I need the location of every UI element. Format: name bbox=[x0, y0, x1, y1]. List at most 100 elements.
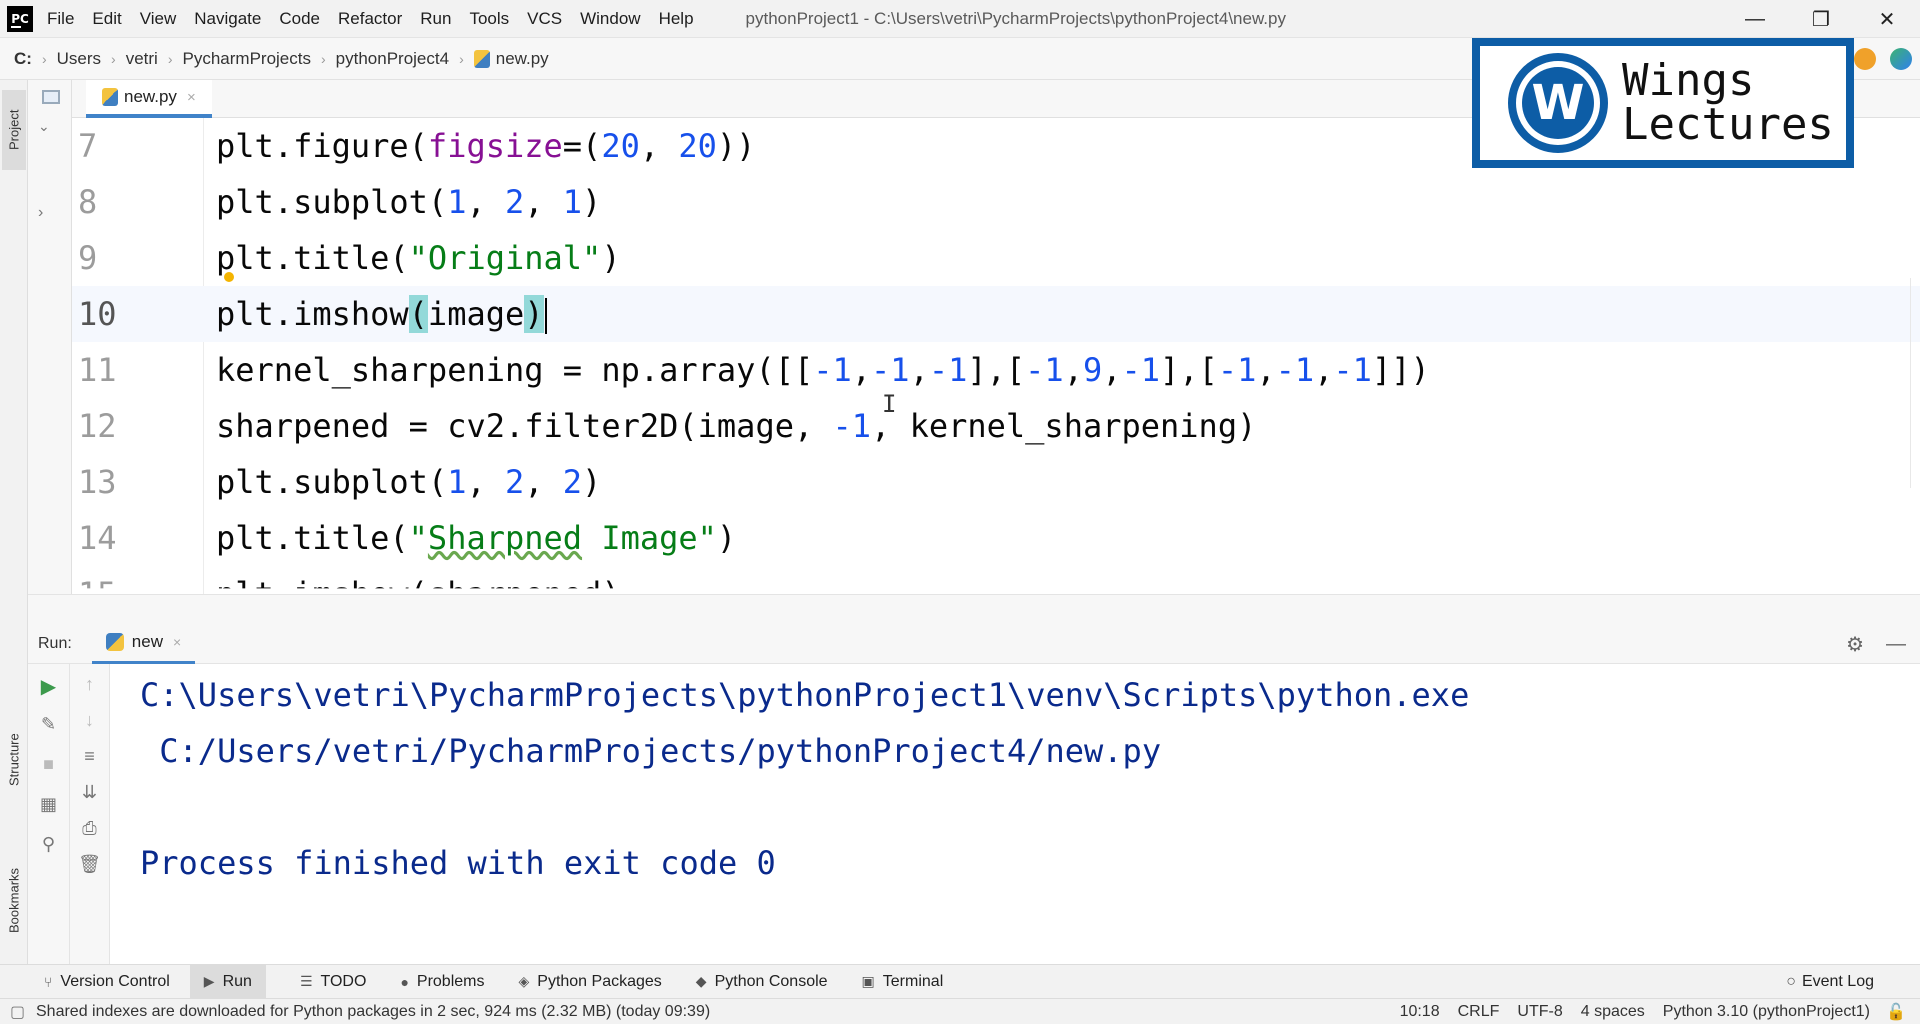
line-separator[interactable]: CRLF bbox=[1458, 1003, 1500, 1021]
panel-layout-icon[interactable] bbox=[42, 90, 60, 104]
hide-panel-icon[interactable]: — bbox=[1886, 633, 1906, 656]
tab-run[interactable]: ▶ Run bbox=[189, 964, 266, 999]
status-message[interactable]: Shared indexes are downloaded for Python… bbox=[36, 1003, 710, 1021]
rerun-icon[interactable]: ▶ bbox=[28, 674, 69, 699]
code-line: 14 plt.title("Sharpned Image") bbox=[72, 510, 1920, 566]
project-panel: ⌄ › bbox=[28, 80, 72, 596]
menu-code[interactable]: Code bbox=[279, 9, 320, 29]
logo-w-icon: W bbox=[1508, 53, 1608, 153]
tab-todo[interactable]: ☰ TODO bbox=[300, 965, 367, 999]
stop-icon[interactable]: ■ bbox=[28, 754, 69, 775]
trash-icon[interactable]: 🗑 bbox=[70, 854, 109, 875]
layers-icon: ◈ bbox=[518, 973, 530, 989]
menu-refactor[interactable]: Refactor bbox=[338, 9, 402, 29]
line-number: 14 bbox=[78, 519, 117, 557]
logo-inner: W Wings Lectures bbox=[1480, 46, 1846, 160]
code-text[interactable]: plt.figure(figsize=(20, 20)) bbox=[216, 127, 755, 165]
terminal-icon: ▣ bbox=[861, 973, 875, 989]
breadcrumb-drive[interactable]: C: bbox=[14, 49, 32, 69]
code-token: , bbox=[1063, 351, 1083, 389]
menu-bar: File Edit View Navigate Code Refactor Ru… bbox=[47, 9, 712, 29]
code-line: 12 sharpened = cv2.filter2D(image, -1, k… bbox=[72, 398, 1920, 454]
indent-setting[interactable]: 4 spaces bbox=[1581, 1003, 1645, 1021]
breadcrumb-pycharmprojects[interactable]: PycharmProjects bbox=[183, 49, 311, 69]
menu-vcs[interactable]: VCS bbox=[527, 9, 562, 29]
wrench-icon[interactable]: ✎ bbox=[28, 714, 69, 735]
console-line: C:/Users/vetri/PycharmProjects/pythonPro… bbox=[140, 732, 1162, 770]
code-token: , bbox=[524, 463, 563, 501]
code-token: 2 bbox=[504, 183, 525, 221]
tab-version-control[interactable]: ⑂ Version Control bbox=[44, 965, 170, 999]
close-window-button[interactable]: ✕ bbox=[1854, 0, 1920, 38]
line-number: 13 bbox=[78, 463, 117, 501]
code-editor[interactable]: 7 plt.figure(figsize=(20, 20)) 8 plt.sub… bbox=[72, 118, 1920, 594]
code-token: 2 bbox=[504, 463, 525, 501]
menu-tools[interactable]: Tools bbox=[469, 9, 509, 29]
code-text[interactable]: plt.subplot(1, 2, 2) bbox=[216, 463, 601, 501]
horizontal-scrollbar[interactable] bbox=[28, 594, 1920, 624]
bookmarks-tool-tab[interactable]: Bookmarks bbox=[2, 850, 26, 950]
code-token: -1 bbox=[1217, 351, 1257, 389]
minimize-button[interactable]: — bbox=[1722, 0, 1788, 38]
tab-new-py[interactable]: new.py × bbox=[86, 80, 212, 118]
soft-wrap-icon[interactable]: ≡ bbox=[70, 746, 109, 767]
speech-bubble-icon: ○ bbox=[1786, 973, 1796, 990]
print-icon[interactable]: ⎙ bbox=[70, 818, 109, 839]
pin-icon[interactable]: ⚲ bbox=[28, 834, 69, 855]
breadcrumb-vetri[interactable]: vetri bbox=[126, 49, 158, 69]
menu-run[interactable]: Run bbox=[420, 9, 451, 29]
editor-scrollbar[interactable] bbox=[1910, 278, 1920, 488]
breadcrumb-project[interactable]: pythonProject4 bbox=[336, 49, 449, 69]
lock-icon[interactable]: 🔓 bbox=[1886, 1002, 1906, 1022]
code-text[interactable]: kernel_sharpening = np.array([[-1,-1,-1]… bbox=[216, 351, 1430, 389]
close-tab-icon[interactable]: × bbox=[187, 89, 196, 106]
layout-icon[interactable]: ▦ bbox=[28, 794, 69, 815]
caret-position[interactable]: 10:18 bbox=[1400, 1003, 1440, 1021]
tab-python-console[interactable]: ◆ Python Console bbox=[696, 965, 828, 999]
code-token: , bbox=[524, 183, 563, 221]
breadcrumb-users[interactable]: Users bbox=[57, 49, 101, 69]
menu-window[interactable]: Window bbox=[580, 9, 640, 29]
code-token: image bbox=[427, 294, 525, 333]
python-interpreter[interactable]: Python 3.10 (pythonProject1) bbox=[1663, 1003, 1870, 1021]
menu-help[interactable]: Help bbox=[659, 9, 694, 29]
file-encoding[interactable]: UTF-8 bbox=[1517, 1003, 1562, 1021]
line-number: 8 bbox=[78, 183, 98, 221]
code-text[interactable]: plt.imshow(image) bbox=[216, 294, 547, 334]
menu-navigate[interactable]: Navigate bbox=[194, 9, 261, 29]
code-text[interactable]: plt.subplot(1, 2, 1) bbox=[216, 183, 601, 221]
arrow-down-icon[interactable]: ↓ bbox=[70, 710, 109, 731]
run-console[interactable]: C:\Users\vetri\PycharmProjects\pythonPro… bbox=[110, 664, 1920, 964]
chevron-down-icon[interactable]: ⌄ bbox=[38, 118, 50, 135]
tab-python-packages[interactable]: ◈ Python Packages bbox=[518, 965, 661, 999]
code-text[interactable]: plt.imshow(sharpened) bbox=[216, 575, 621, 588]
restore-button[interactable]: ❐ bbox=[1788, 0, 1854, 38]
tab-terminal[interactable]: ▣ Terminal bbox=[862, 965, 944, 999]
scroll-to-end-icon[interactable]: ⇊ bbox=[70, 782, 109, 803]
code-text[interactable]: sharpened = cv2.filter2D(image, -1, kern… bbox=[216, 407, 1256, 445]
status-toggle-icon[interactable]: ▢ bbox=[10, 1002, 25, 1022]
update-icon[interactable] bbox=[1854, 48, 1876, 70]
project-tool-tab[interactable]: Project bbox=[2, 90, 26, 170]
channel-logo: W Wings Lectures bbox=[1472, 38, 1854, 168]
intention-bulb-icon[interactable] bbox=[224, 272, 234, 282]
tab-problems[interactable]: ● Problems bbox=[400, 965, 484, 999]
structure-tool-tab[interactable]: Structure bbox=[2, 710, 26, 810]
code-token: ]]) bbox=[1371, 351, 1430, 389]
gear-icon[interactable]: ⚙ bbox=[1846, 632, 1864, 657]
run-tab-new[interactable]: new × bbox=[91, 624, 196, 664]
close-run-tab-icon[interactable]: × bbox=[173, 634, 181, 650]
chevron-right-icon[interactable]: › bbox=[38, 204, 43, 222]
breadcrumb-file[interactable]: new.py bbox=[473, 49, 549, 69]
code-text[interactable]: plt.title("Sharpned Image") bbox=[216, 519, 736, 557]
menu-edit[interactable]: Edit bbox=[92, 9, 121, 29]
menu-view[interactable]: View bbox=[140, 9, 177, 29]
code-text[interactable]: plt.title("Original") bbox=[216, 239, 621, 277]
menu-file[interactable]: File bbox=[47, 9, 74, 29]
breadcrumb-separator: › bbox=[111, 50, 116, 67]
toolbox-icon[interactable] bbox=[1890, 48, 1912, 70]
event-log-button[interactable]: ○ Event Log bbox=[1786, 965, 1874, 999]
breadcrumb-separator: › bbox=[41, 50, 47, 67]
window-controls: — ❐ ✕ bbox=[1722, 0, 1920, 38]
arrow-up-icon[interactable]: ↑ bbox=[70, 674, 109, 695]
